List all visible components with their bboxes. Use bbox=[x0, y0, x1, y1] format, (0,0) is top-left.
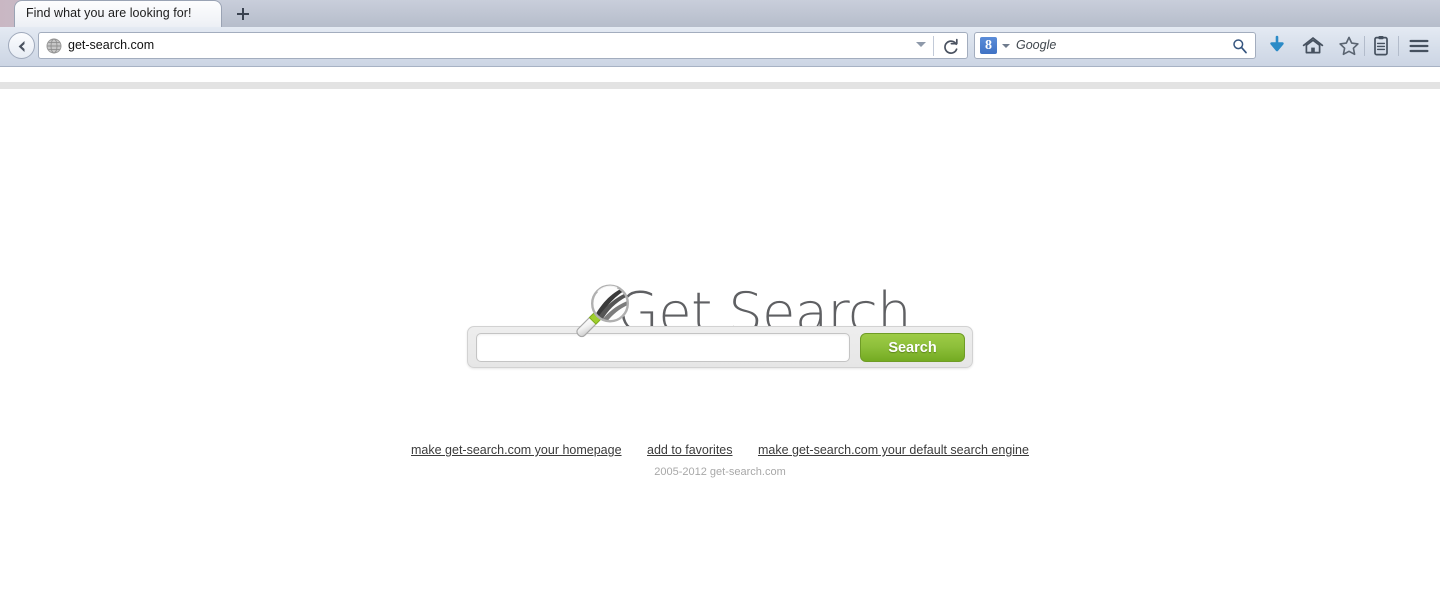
link-make-homepage[interactable]: make get-search.com your homepage bbox=[411, 443, 622, 457]
reload-icon[interactable] bbox=[941, 37, 961, 57]
browser-search-field[interactable]: 8 Google bbox=[974, 32, 1256, 59]
toolbar-divider bbox=[1364, 36, 1365, 56]
toolbar-divider-2 bbox=[1398, 36, 1399, 56]
navigation-toolbar: get-search.com 8 Google bbox=[0, 27, 1440, 67]
browser-tab[interactable]: Find what you are looking for! bbox=[14, 0, 222, 27]
search-box: Search bbox=[467, 326, 973, 368]
browser-chrome: Find what you are looking for! get-searc… bbox=[0, 0, 1440, 67]
link-add-to-favorites[interactable]: add to favorites bbox=[647, 443, 732, 457]
new-tab-button[interactable] bbox=[232, 3, 254, 25]
search-button[interactable]: Search bbox=[860, 333, 965, 362]
browser-search-placeholder: Google bbox=[1016, 38, 1057, 52]
back-button[interactable] bbox=[8, 32, 35, 59]
page-content: Get Search Search make get-search.com yo… bbox=[0, 67, 1440, 598]
bookmark-star-icon[interactable] bbox=[1336, 33, 1362, 59]
magnifying-glass-logo-icon bbox=[576, 284, 629, 338]
home-icon[interactable] bbox=[1300, 33, 1326, 59]
page-top-band bbox=[0, 82, 1440, 89]
search-engine-dropdown-icon[interactable] bbox=[1002, 44, 1010, 48]
download-icon[interactable] bbox=[1264, 33, 1290, 59]
back-arrow-icon bbox=[18, 41, 25, 52]
google-engine-icon[interactable]: 8 bbox=[980, 37, 997, 54]
address-bar-divider bbox=[933, 36, 934, 56]
search-input[interactable] bbox=[476, 333, 850, 362]
tab-strip: Find what you are looking for! bbox=[0, 0, 1440, 27]
menu-icon[interactable] bbox=[1406, 33, 1432, 59]
link-make-default-search-engine[interactable]: make get-search.com your default search … bbox=[758, 443, 1029, 457]
footer-links: make get-search.com your homepage add to… bbox=[0, 443, 1440, 457]
address-bar[interactable]: get-search.com bbox=[38, 32, 968, 59]
tab-title: Find what you are looking for! bbox=[26, 6, 192, 20]
search-icon[interactable] bbox=[1232, 38, 1248, 54]
reading-list-icon[interactable] bbox=[1368, 33, 1394, 59]
globe-icon bbox=[46, 38, 62, 54]
address-dropdown-icon[interactable] bbox=[916, 42, 926, 47]
url-text: get-search.com bbox=[68, 38, 155, 52]
copyright-text: 2005-2012 get-search.com bbox=[654, 466, 786, 478]
